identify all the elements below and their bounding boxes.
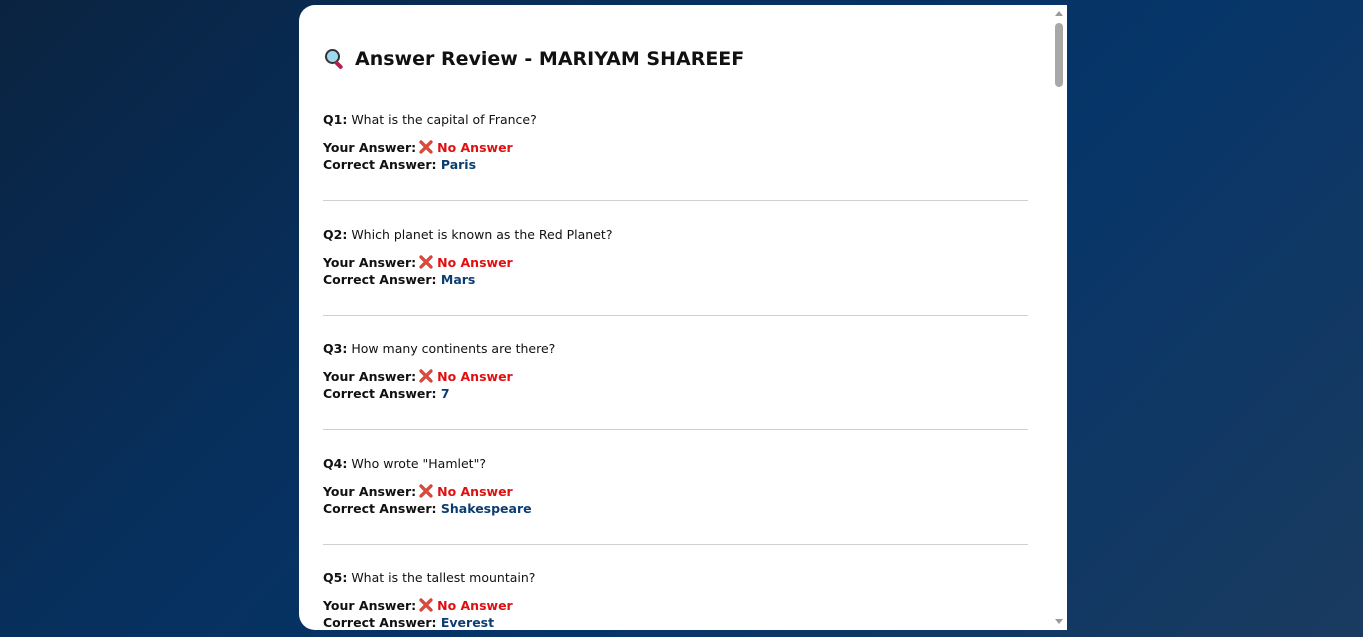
question-prompt: What is the capital of France? bbox=[351, 112, 537, 127]
question-prompt: Who wrote "Hamlet"? bbox=[351, 456, 486, 471]
question-block: Q1: What is the capital of France? Your A… bbox=[323, 112, 1028, 173]
page-title-text: Answer Review - MARIYAM SHAREEF bbox=[355, 48, 745, 70]
divider bbox=[323, 200, 1028, 201]
scroll-up-arrow-icon[interactable] bbox=[1055, 11, 1063, 16]
magnifier-icon bbox=[323, 47, 347, 71]
question-text: Q2: Which planet is known as the Red Pla… bbox=[323, 227, 1028, 242]
cross-mark-icon bbox=[419, 255, 433, 269]
your-answer-value: No Answer bbox=[437, 369, 513, 384]
your-answer-row: Your Answer: No Answer bbox=[323, 139, 1028, 156]
your-answer-label: Your Answer: bbox=[323, 369, 417, 384]
answer-review-panel: Answer Review - MARIYAM SHAREEF Q1: What… bbox=[299, 5, 1067, 630]
your-answer-row: Your Answer: No Answer bbox=[323, 483, 1028, 500]
your-answer-row: Your Answer: No Answer bbox=[323, 597, 1028, 614]
scroll-down-arrow-icon[interactable] bbox=[1055, 619, 1063, 624]
question-block: Q2: Which planet is known as the Red Pla… bbox=[323, 227, 1028, 288]
correct-answer-label: Correct Answer: bbox=[323, 157, 437, 172]
question-text: Q4: Who wrote "Hamlet"? bbox=[323, 456, 1028, 471]
cross-mark-icon bbox=[419, 484, 433, 498]
divider bbox=[323, 315, 1028, 316]
correct-answer-value: Mars bbox=[440, 272, 476, 287]
cross-mark-icon bbox=[419, 140, 433, 154]
question-text: Q3: How many continents are there? bbox=[323, 341, 1028, 356]
question-number: Q3: bbox=[323, 341, 348, 356]
correct-answer-row: Correct Answer: 7 bbox=[323, 385, 1028, 402]
question-number: Q1: bbox=[323, 112, 348, 127]
your-answer-row: Your Answer: No Answer bbox=[323, 254, 1028, 271]
correct-answer-label: Correct Answer: bbox=[323, 272, 437, 287]
question-prompt: What is the tallest mountain? bbox=[351, 570, 536, 585]
correct-answer-value: Paris bbox=[440, 157, 477, 172]
correct-answer-row: Correct Answer: Mars bbox=[323, 271, 1028, 288]
question-block: Q4: Who wrote "Hamlet"? Your Answer: No An… bbox=[323, 456, 1028, 517]
correct-answer-label: Correct Answer: bbox=[323, 501, 437, 516]
vertical-scrollbar[interactable] bbox=[1051, 5, 1067, 630]
question-number: Q5: bbox=[323, 570, 348, 585]
your-answer-value: No Answer bbox=[437, 598, 513, 613]
your-answer-value: No Answer bbox=[437, 140, 513, 155]
correct-answer-value: 7 bbox=[440, 386, 450, 401]
correct-answer-label: Correct Answer: bbox=[323, 615, 437, 630]
correct-answer-row: Correct Answer: Shakespeare bbox=[323, 500, 1028, 517]
correct-answer-label: Correct Answer: bbox=[323, 386, 437, 401]
divider bbox=[323, 544, 1028, 545]
your-answer-row: Your Answer: No Answer bbox=[323, 368, 1028, 385]
question-prompt: How many continents are there? bbox=[351, 341, 556, 356]
scroll-thumb[interactable] bbox=[1055, 23, 1063, 87]
question-prompt: Which planet is known as the Red Planet? bbox=[351, 227, 613, 242]
cross-mark-icon bbox=[419, 598, 433, 612]
your-answer-label: Your Answer: bbox=[323, 598, 417, 613]
correct-answer-row: Correct Answer: Paris bbox=[323, 156, 1028, 173]
question-block: Q3: How many continents are there? Your A… bbox=[323, 341, 1028, 402]
cross-mark-icon bbox=[419, 369, 433, 383]
question-block: Q5: What is the tallest mountain? Your An… bbox=[323, 570, 1028, 630]
question-text: Q1: What is the capital of France? bbox=[323, 112, 1028, 127]
your-answer-label: Your Answer: bbox=[323, 484, 417, 499]
divider bbox=[323, 429, 1028, 430]
correct-answer-value: Everest bbox=[440, 615, 495, 630]
correct-answer-row: Correct Answer: Everest bbox=[323, 614, 1028, 630]
your-answer-value: No Answer bbox=[437, 484, 513, 499]
your-answer-label: Your Answer: bbox=[323, 255, 417, 270]
question-number: Q4: bbox=[323, 456, 348, 471]
your-answer-label: Your Answer: bbox=[323, 140, 417, 155]
page-title: Answer Review - MARIYAM SHAREEF bbox=[323, 47, 744, 71]
question-number: Q2: bbox=[323, 227, 348, 242]
correct-answer-value: Shakespeare bbox=[440, 501, 532, 516]
question-text: Q5: What is the tallest mountain? bbox=[323, 570, 1028, 585]
your-answer-value: No Answer bbox=[437, 255, 513, 270]
